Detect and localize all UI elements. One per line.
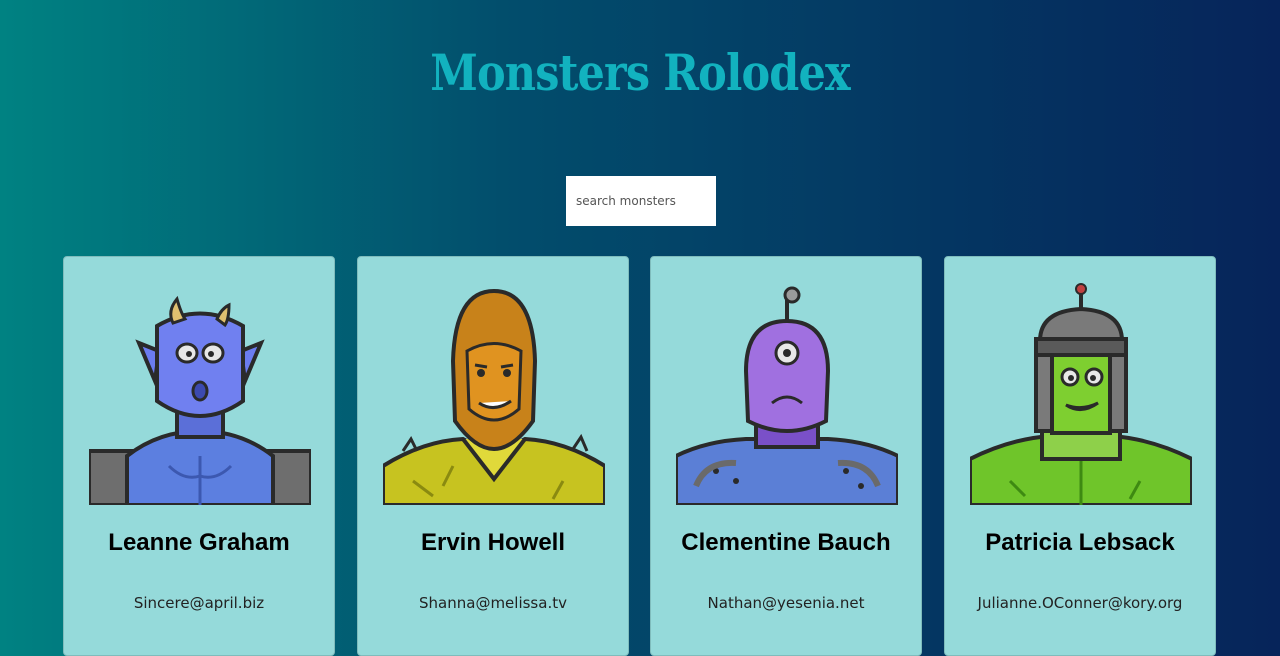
monster-avatar-image (676, 286, 898, 505)
search-monsters-input[interactable] (566, 176, 716, 226)
monster-name: Patricia Lebsack (985, 529, 1175, 556)
monster-card[interactable]: Patricia Lebsack Julianne.OConner@kory.o… (944, 256, 1216, 656)
monster-name: Leanne Graham (108, 529, 290, 556)
monster-email: Nathan@yesenia.net (707, 594, 865, 612)
monster-email: Sincere@april.biz (133, 594, 265, 612)
monster-name: Clementine Bauch (681, 529, 891, 556)
monster-email: Shanna@melissa.tv (419, 594, 567, 612)
monster-card[interactable]: Ervin Howell Shanna@melissa.tv (357, 256, 629, 656)
monster-avatar-image (383, 288, 605, 505)
app-title: Monsters Rolodex (430, 43, 850, 102)
monster-card[interactable]: Leanne Graham Sincere@april.biz (63, 256, 335, 656)
monster-card[interactable]: Clementine Bauch Nathan@yesenia.net (650, 256, 922, 656)
monster-email: Julianne.OConner@kory.org (977, 594, 1183, 612)
monster-avatar-image (970, 283, 1192, 505)
monster-avatar-image (89, 295, 311, 505)
monster-name: Ervin Howell (420, 529, 566, 556)
